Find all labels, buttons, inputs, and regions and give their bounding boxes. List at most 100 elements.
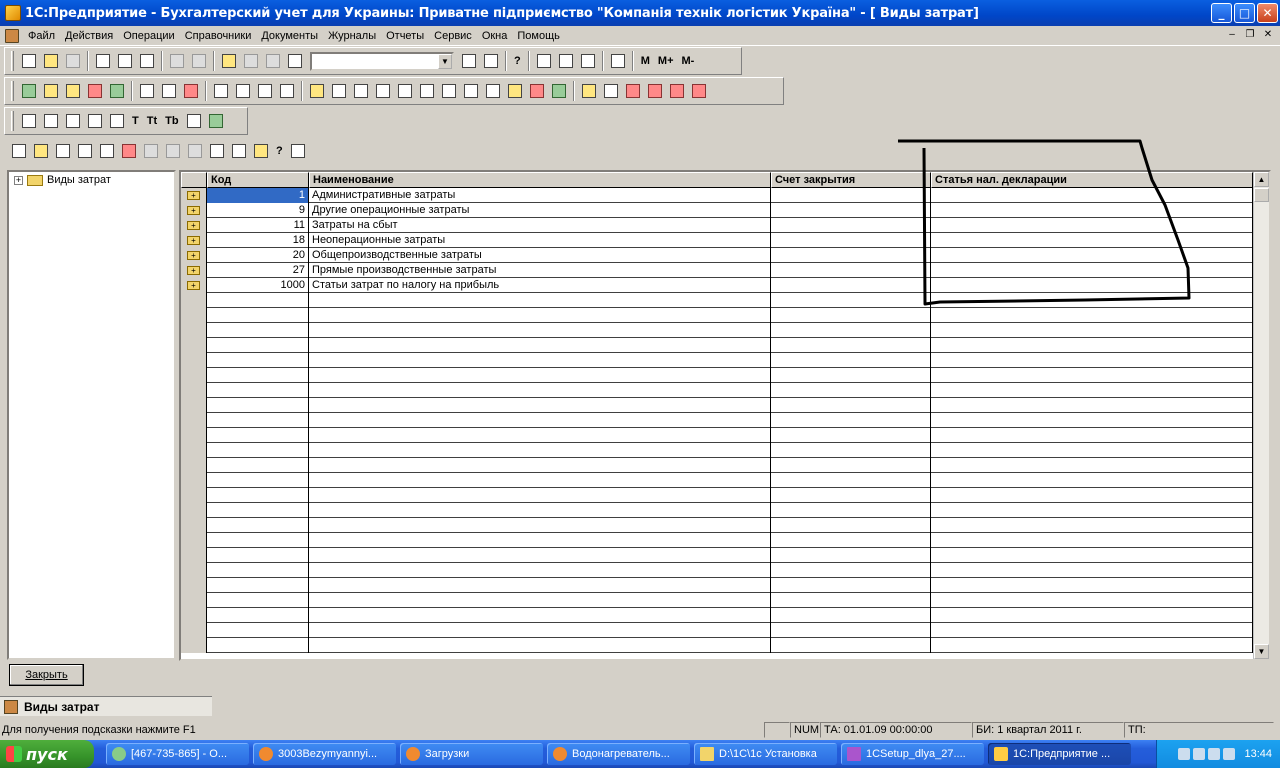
cell-article[interactable] [931,308,1253,323]
print-icon[interactable] [167,51,187,71]
cell-name[interactable] [309,473,771,488]
cell-name[interactable] [309,548,771,563]
sort-up-icon[interactable] [461,81,481,101]
cell-article[interactable] [931,638,1253,653]
table-row[interactable] [181,383,1253,398]
cell-account[interactable] [771,308,931,323]
cell-name[interactable] [309,533,771,548]
cell-code[interactable] [207,488,309,503]
cell-name[interactable]: Прямые производственные затраты [309,263,771,278]
table-row[interactable] [181,368,1253,383]
cell-name[interactable] [309,593,771,608]
cell-article[interactable] [931,488,1253,503]
cell-account[interactable] [771,593,931,608]
cell-article[interactable] [931,353,1253,368]
cell-account[interactable] [771,473,931,488]
cell-name[interactable] [309,563,771,578]
memory-plus-button[interactable]: M+ [655,51,677,71]
table-row[interactable] [181,398,1253,413]
table-row[interactable]: +18 Неоперационные затраты [181,233,1253,248]
cell-account[interactable] [771,488,931,503]
divide-icon[interactable] [395,81,415,101]
table-row[interactable]: +27 Прямые производственные затраты [181,263,1253,278]
cell-name[interactable]: Другие операционные затраты [309,203,771,218]
cell-account[interactable] [771,203,931,218]
expand-icon[interactable]: + [14,175,23,185]
cell-code[interactable] [207,473,309,488]
search-combo[interactable]: ▼ [310,51,454,71]
cell-code[interactable] [207,323,309,338]
delete-row-icon[interactable] [119,141,139,161]
scroll-thumb[interactable] [1254,188,1269,202]
header-code[interactable]: Код [207,172,309,188]
table2-icon[interactable] [63,111,83,131]
cell-code[interactable]: 18 [207,233,309,248]
tool-icon[interactable] [439,81,459,101]
cell-account[interactable] [771,323,931,338]
header-name[interactable]: Наименование [309,172,771,188]
header-account[interactable]: Счет закрытия [771,172,931,188]
cell-article[interactable] [931,593,1253,608]
cell-name[interactable] [309,503,771,518]
window-tab[interactable]: Виды затрат [0,696,212,716]
cell-account[interactable] [771,533,931,548]
mdi-minimize-button[interactable]: – [1224,28,1240,42]
table3-icon[interactable] [85,111,105,131]
cell-article[interactable] [931,428,1253,443]
table-row[interactable] [181,608,1253,623]
pointer-help-icon[interactable] [288,141,308,161]
cell-account[interactable] [771,578,931,593]
cell-code[interactable] [207,293,309,308]
book-icon[interactable] [608,51,628,71]
table-row[interactable] [181,518,1253,533]
book-open-icon[interactable] [307,81,327,101]
add-row-icon[interactable] [9,141,29,161]
menu-actions[interactable]: Действия [60,27,118,45]
cell-article[interactable] [931,413,1253,428]
cell-name[interactable]: Административные затраты [309,188,771,203]
grid-icon[interactable] [417,81,437,101]
person-icon[interactable] [579,81,599,101]
find-prev-icon[interactable] [481,51,501,71]
cell-code[interactable] [207,563,309,578]
table-row[interactable] [181,308,1253,323]
cell-account[interactable] [771,608,931,623]
cell-article[interactable] [931,503,1253,518]
table-row[interactable] [181,638,1253,653]
sort-down-icon[interactable] [483,81,503,101]
task-rdp[interactable]: [467-735-865] - О... [106,743,249,765]
cell-name[interactable] [309,638,771,653]
cell-account[interactable] [771,413,931,428]
cell-code[interactable]: 11 [207,218,309,233]
cell-name[interactable] [309,578,771,593]
tools3-icon[interactable] [667,81,687,101]
cell-name[interactable]: Статьи затрат по налогу на прибыль [309,278,771,293]
cell-account[interactable] [771,428,931,443]
cut-icon[interactable] [93,51,113,71]
cell-article[interactable] [931,473,1253,488]
cell-name[interactable] [309,293,771,308]
mdi-close-button[interactable]: ✕ [1260,28,1276,42]
cell-name[interactable] [309,488,771,503]
cell-account[interactable] [771,263,931,278]
antivirus-icon[interactable] [1193,748,1206,760]
mdi-restore-button[interactable]: ❐ [1242,28,1258,42]
list-mode-icon[interactable] [229,141,249,161]
entries-icon[interactable] [41,81,61,101]
cell-article[interactable] [931,338,1253,353]
globe-icon[interactable] [159,81,179,101]
cell-article[interactable] [931,533,1253,548]
cell-account[interactable] [771,443,931,458]
cell-article[interactable] [931,188,1253,203]
cell-name[interactable]: Неоперационные затраты [309,233,771,248]
paste-icon[interactable] [137,51,157,71]
cell-account[interactable] [771,548,931,563]
table-row[interactable] [181,338,1253,353]
cell-code[interactable]: 1 [207,188,309,203]
header-article[interactable]: Статья нал. декларации [931,172,1253,188]
print-preview-icon[interactable] [189,51,209,71]
clock[interactable]: 13:44 [1244,748,1272,760]
table-row[interactable] [181,293,1253,308]
cell-article[interactable] [931,548,1253,563]
cell-account[interactable] [771,458,931,473]
